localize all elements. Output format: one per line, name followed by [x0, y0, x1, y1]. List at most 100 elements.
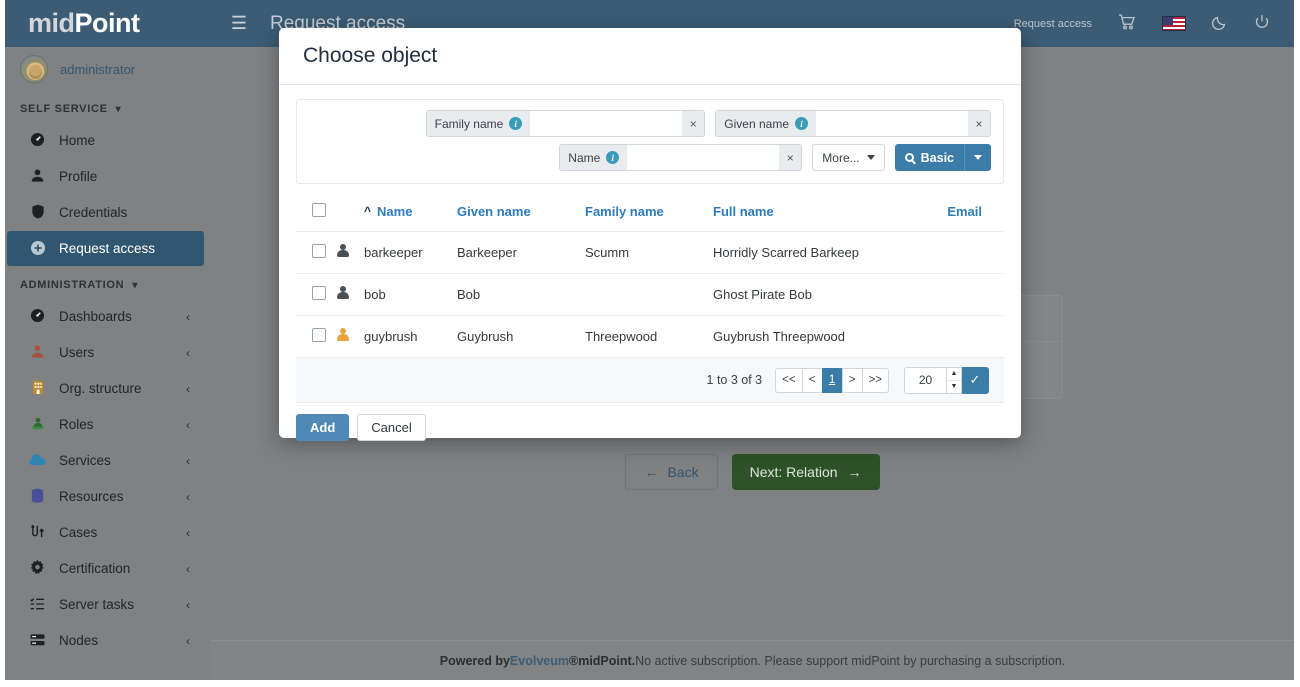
- table-row[interactable]: bob Bob Ghost Pirate Bob: [296, 274, 1004, 316]
- power-icon[interactable]: [1254, 14, 1270, 34]
- clear-given-name-icon[interactable]: ×: [968, 111, 990, 136]
- column-header-label: Email: [947, 204, 982, 219]
- sidebar-item-resources[interactable]: Resources ‹: [7, 479, 204, 514]
- page-size-decrement[interactable]: ▼: [947, 381, 961, 393]
- select-all-header: [296, 192, 336, 232]
- filter-given-name-label: Given name i: [716, 111, 816, 136]
- name-input[interactable]: [627, 145, 779, 170]
- sidebar-item-credentials[interactable]: Credentials: [7, 195, 204, 230]
- clear-family-name-icon[interactable]: ×: [682, 111, 704, 136]
- sidebar-item-org-structure[interactable]: Org. structure ‹: [7, 371, 204, 406]
- footer-registered: ®: [569, 654, 578, 668]
- table-row[interactable]: barkeeper Barkeeper Scumm Horridly Scarr…: [296, 232, 1004, 274]
- chevron-left-icon: ‹: [186, 562, 190, 576]
- us-flag-icon[interactable]: [1162, 16, 1186, 31]
- basic-search-main[interactable]: Basic: [895, 151, 964, 165]
- sidebar-user[interactable]: administrator: [0, 47, 211, 91]
- filter-family-name: Family name i ×: [426, 110, 706, 137]
- sidebar-item-label: Server tasks: [59, 597, 134, 612]
- footer: Powered by Evolveum® midPoint. No active…: [211, 640, 1294, 680]
- pagination-last-button[interactable]: >>: [862, 368, 889, 393]
- basic-search-button[interactable]: Basic: [895, 144, 991, 171]
- search-icon: [905, 153, 914, 162]
- sidebar-item-server-tasks[interactable]: Server tasks ‹: [7, 587, 204, 622]
- given-name-input[interactable]: [816, 111, 968, 136]
- sidebar: administrator SELF SERVICE ▾ Home Profil…: [0, 47, 211, 687]
- sidebar-item-services[interactable]: Services ‹: [7, 443, 204, 478]
- footer-evolveum-link[interactable]: Evolveum: [510, 654, 569, 668]
- pagination-prev-button[interactable]: <: [802, 368, 823, 393]
- more-filters-button[interactable]: More...: [812, 144, 884, 171]
- hamburger-icon[interactable]: ☰: [226, 13, 252, 34]
- sidebar-section-self-service[interactable]: SELF SERVICE ▾: [0, 91, 211, 122]
- row-checkbox[interactable]: [312, 328, 326, 342]
- back-button[interactable]: ← Back: [625, 454, 717, 490]
- info-icon[interactable]: i: [606, 151, 619, 164]
- chevron-left-icon: ‹: [186, 526, 190, 540]
- dashboard-icon: [29, 132, 46, 149]
- row-checkbox[interactable]: [312, 244, 326, 258]
- sidebar-item-profile[interactable]: Profile: [7, 159, 204, 194]
- sidebar-item-nodes[interactable]: Nodes ‹: [7, 623, 204, 658]
- cancel-button[interactable]: Cancel: [357, 414, 425, 441]
- database-icon: [29, 488, 46, 505]
- sidebar-item-roles[interactable]: Roles ‹: [7, 407, 204, 442]
- sidebar-item-request-access[interactable]: Request access: [7, 231, 204, 266]
- brand-logo[interactable]: midPoint: [0, 0, 210, 47]
- sidebar-item-certification[interactable]: Certification ‹: [7, 551, 204, 586]
- column-header-family-name[interactable]: Family name: [585, 192, 713, 232]
- chevron-left-icon: ‹: [186, 418, 190, 432]
- search-row-top: Family name i × Given name i ×: [309, 110, 991, 137]
- column-header-email[interactable]: Email: [893, 192, 1004, 232]
- pagination-next-button[interactable]: >: [842, 368, 863, 393]
- pagination-bar: 1 to 3 of 3 << < 1 > >> ▲ ▼ ✓: [296, 358, 1004, 403]
- plus-circle-icon: [29, 240, 46, 258]
- shopping-cart-icon[interactable]: [1118, 14, 1136, 34]
- page-size-confirm-button[interactable]: ✓: [962, 367, 989, 394]
- clear-name-icon[interactable]: ×: [779, 145, 801, 170]
- page-size-increment[interactable]: ▲: [947, 368, 961, 381]
- pagination-page-1[interactable]: 1: [822, 368, 843, 393]
- column-header-label: Name: [377, 204, 412, 219]
- cell-given-name: Bob: [457, 274, 585, 316]
- info-icon[interactable]: i: [509, 117, 522, 130]
- modal-header: Choose object: [279, 28, 1021, 85]
- add-button[interactable]: Add: [296, 414, 349, 441]
- sidebar-section-administration[interactable]: ADMINISTRATION ▾: [0, 267, 211, 298]
- table-body: barkeeper Barkeeper Scumm Horridly Scarr…: [296, 232, 1004, 358]
- server-icon: [29, 633, 46, 649]
- moon-icon[interactable]: [1212, 14, 1228, 34]
- column-header-name[interactable]: ^Name: [364, 192, 457, 232]
- family-name-input[interactable]: [530, 111, 682, 136]
- sidebar-item-dashboards[interactable]: Dashboards ‹: [7, 299, 204, 334]
- column-header-full-name[interactable]: Full name: [713, 192, 893, 232]
- select-all-checkbox[interactable]: [312, 203, 326, 217]
- bottom-rail: [0, 680, 1300, 687]
- column-header-label: Full name: [713, 204, 774, 219]
- sidebar-item-home[interactable]: Home: [7, 123, 204, 158]
- sidebar-item-cases[interactable]: Cases ‹: [7, 515, 204, 550]
- column-header-given-name[interactable]: Given name: [457, 192, 585, 232]
- sidebar-item-label: Users: [59, 345, 94, 360]
- pagination-count: 1 to 3 of 3: [707, 373, 763, 387]
- roles-icon: [29, 416, 46, 433]
- sidebar-item-users[interactable]: Users ‹: [7, 335, 204, 370]
- column-header-label: Family name: [585, 204, 664, 219]
- footer-notice: No active subscription. Please support m…: [635, 654, 1065, 668]
- next-relation-button[interactable]: Next: Relation →: [732, 454, 880, 490]
- page-size-input[interactable]: [904, 367, 946, 394]
- chevron-down-icon: [974, 155, 982, 160]
- cell-email: [893, 274, 1004, 316]
- dashboard-icon: [29, 308, 46, 325]
- table-row[interactable]: guybrush Guybrush Threepwood Guybrush Th…: [296, 316, 1004, 358]
- chevron-left-icon: ‹: [186, 382, 190, 396]
- basic-search-dropdown-toggle[interactable]: [964, 144, 991, 171]
- pagination-first-button[interactable]: <<: [775, 368, 802, 393]
- navbar-request-access-link[interactable]: Request access: [1014, 18, 1092, 30]
- cell-email: [893, 316, 1004, 358]
- info-icon[interactable]: i: [795, 117, 808, 130]
- cloud-icon: [29, 453, 46, 468]
- sidebar-item-label: Roles: [59, 417, 94, 432]
- row-checkbox[interactable]: [312, 286, 326, 300]
- chevron-left-icon: ‹: [186, 310, 190, 324]
